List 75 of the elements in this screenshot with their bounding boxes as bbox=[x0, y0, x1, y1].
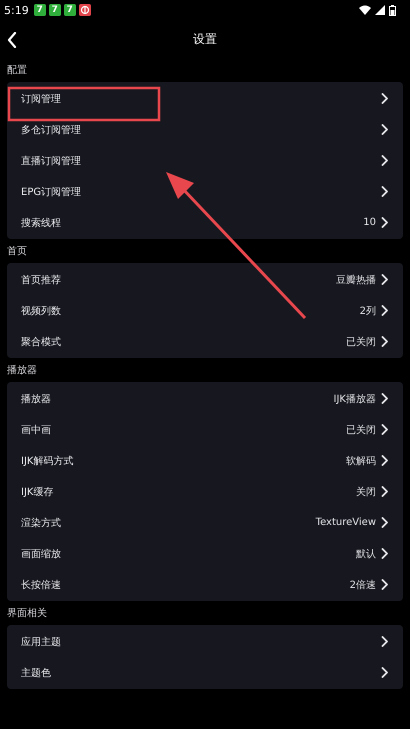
chevron-right-icon bbox=[381, 393, 389, 404]
wifi-icon bbox=[359, 5, 371, 15]
settings-item[interactable]: 首页推荐 豆瓣热播 bbox=[7, 264, 403, 295]
item-label: IJK解码方式 bbox=[21, 454, 74, 468]
settings-item[interactable]: 订阅管理 bbox=[7, 83, 403, 114]
chevron-right-icon bbox=[381, 186, 389, 197]
item-label: 首页推荐 bbox=[21, 274, 61, 286]
item-label: EPG订阅管理 bbox=[21, 186, 82, 198]
chevron-right-icon bbox=[381, 486, 389, 497]
status-time: 5:19 bbox=[4, 4, 29, 16]
chevron-right-icon bbox=[381, 636, 389, 647]
settings-item[interactable]: 画面缩放 默认 bbox=[7, 538, 403, 569]
item-value: TextureView bbox=[316, 517, 376, 528]
app-notification-icon bbox=[78, 4, 91, 16]
chevron-right-icon bbox=[381, 217, 389, 228]
settings-item[interactable]: 直播订阅管理 bbox=[7, 145, 403, 176]
settings-item[interactable]: 长按倍速 2倍速 bbox=[7, 569, 403, 600]
section-title: 界面相关 bbox=[6, 606, 48, 621]
item-value: 2倍速 bbox=[350, 578, 376, 592]
chevron-right-icon bbox=[381, 93, 389, 104]
chevron-right-icon bbox=[381, 424, 389, 435]
settings-item[interactable]: 多仓订阅管理 bbox=[7, 114, 403, 145]
settings-item[interactable]: 渲染方式 TextureView bbox=[7, 507, 403, 538]
item-label: 视频列数 bbox=[21, 304, 61, 318]
section-title: 首页 bbox=[6, 245, 28, 259]
page-title: 设置 bbox=[193, 31, 217, 48]
item-label: 多仓订阅管理 bbox=[21, 124, 81, 136]
settings-item[interactable]: 应用主题 bbox=[7, 626, 403, 657]
chevron-right-icon bbox=[381, 455, 389, 466]
settings-item[interactable]: 主题色 bbox=[7, 657, 403, 688]
item-value: 已关闭 bbox=[346, 336, 376, 348]
settings-item[interactable]: IJK解码方式 软解码 bbox=[7, 445, 403, 476]
chevron-right-icon bbox=[381, 124, 389, 135]
item-value: IJK播放器 bbox=[334, 392, 376, 406]
item-value: 软解码 bbox=[346, 454, 376, 468]
settings-item[interactable]: IJK缓存 关闭 bbox=[7, 476, 403, 507]
item-value: 已关闭 bbox=[346, 424, 376, 436]
notification-badge: 7 bbox=[48, 4, 61, 16]
item-label: 画中画 bbox=[21, 424, 51, 436]
item-value: 关闭 bbox=[356, 486, 376, 498]
section-title: 播放器 bbox=[6, 364, 38, 378]
settings-item[interactable]: 视频列数 2列 bbox=[7, 295, 403, 326]
item-label: 搜索线程 bbox=[21, 216, 61, 230]
chevron-right-icon bbox=[381, 517, 389, 528]
chevron-right-icon bbox=[381, 667, 389, 678]
chevron-right-icon bbox=[381, 305, 389, 316]
item-label: 订阅管理 bbox=[21, 92, 61, 106]
chevron-right-icon bbox=[381, 274, 389, 285]
item-label: 播放器 bbox=[21, 392, 51, 406]
settings-item[interactable]: 聚合模式 已关闭 bbox=[7, 326, 403, 357]
item-value: 10 bbox=[363, 217, 376, 228]
settings-item[interactable]: 画中画 已关闭 bbox=[7, 414, 403, 445]
item-label: 主题色 bbox=[21, 666, 51, 680]
item-value: 默认 bbox=[356, 548, 376, 560]
notification-badge: 7 bbox=[34, 4, 46, 16]
signal-icon bbox=[375, 5, 385, 15]
item-value: 豆瓣热播 bbox=[336, 274, 376, 286]
settings-item[interactable]: 播放器 IJK播放器 bbox=[7, 383, 403, 414]
chevron-right-icon bbox=[381, 336, 389, 347]
item-label: IJK缓存 bbox=[21, 486, 54, 498]
item-value: 2列 bbox=[360, 304, 376, 318]
settings-item[interactable]: 搜索线程 10 bbox=[7, 207, 403, 238]
notification-badge: 7 bbox=[64, 4, 76, 16]
chevron-right-icon bbox=[381, 155, 389, 166]
chevron-right-icon bbox=[381, 579, 389, 590]
item-label: 渲染方式 bbox=[21, 516, 61, 530]
settings-item[interactable]: EPG订阅管理 bbox=[7, 176, 403, 207]
item-label: 画面缩放 bbox=[21, 548, 61, 560]
section-title: 配置 bbox=[6, 64, 28, 78]
chevron-right-icon bbox=[381, 548, 389, 559]
item-label: 应用主题 bbox=[21, 636, 61, 648]
item-label: 长按倍速 bbox=[21, 578, 61, 592]
item-label: 直播订阅管理 bbox=[21, 154, 81, 168]
item-label: 聚合模式 bbox=[21, 336, 61, 348]
battery-icon bbox=[389, 4, 396, 16]
